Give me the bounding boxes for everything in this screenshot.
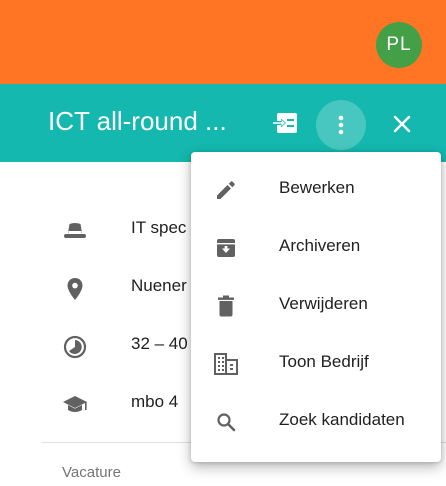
page-title: ICT all-round ... (48, 106, 227, 136)
detail-text: 32 – 40 (131, 334, 188, 353)
clock-icon (62, 334, 88, 360)
graduation-cap-icon (62, 392, 88, 418)
more-options-button[interactable] (316, 100, 366, 150)
menu-item-label: Toon Bedrijf (279, 352, 369, 371)
options-menu: Bewerken Archiveren Verwijderen Toon Bed… (191, 152, 441, 462)
pencil-icon (213, 177, 239, 203)
hat-icon (62, 218, 88, 244)
menu-item-edit[interactable]: Bewerken (191, 160, 441, 218)
menu-item-delete[interactable]: Verwijderen (191, 276, 441, 334)
building-icon (213, 351, 239, 377)
close-button[interactable] (384, 106, 420, 142)
menu-item-label: Verwijderen (279, 294, 368, 313)
trash-icon (213, 293, 239, 319)
detail-text: mbo 4 (131, 392, 179, 411)
archive-icon (213, 235, 239, 261)
location-pin-icon (62, 276, 88, 302)
menu-item-label: Archiveren (279, 236, 361, 255)
menu-item-label: Zoek kandidaten (279, 410, 405, 429)
close-icon (393, 115, 411, 133)
move-to-inbox-icon (272, 113, 297, 133)
detail-row-function: IT spec (0, 210, 200, 250)
move-button[interactable] (268, 106, 302, 140)
menu-item-search-candidates[interactable]: Zoek kandidaten (191, 392, 441, 450)
menu-item-archive[interactable]: Archiveren (191, 218, 441, 276)
detail-row-hours: 32 – 40 (0, 326, 200, 366)
user-avatar[interactable]: PL (376, 22, 422, 68)
section-label: Vacature (62, 464, 121, 481)
menu-item-label: Bewerken (279, 178, 355, 197)
search-icon (213, 409, 239, 435)
detail-header: ICT all-round ... (0, 84, 446, 162)
top-app-bar: PL (0, 0, 446, 84)
detail-row-location: Nuener (0, 268, 200, 308)
detail-text: IT spec (131, 218, 187, 237)
more-vert-icon (338, 115, 344, 135)
detail-row-education: mbo 4 (0, 384, 200, 424)
menu-item-show-company[interactable]: Toon Bedrijf (191, 334, 441, 392)
detail-text: Nuener (131, 276, 187, 295)
